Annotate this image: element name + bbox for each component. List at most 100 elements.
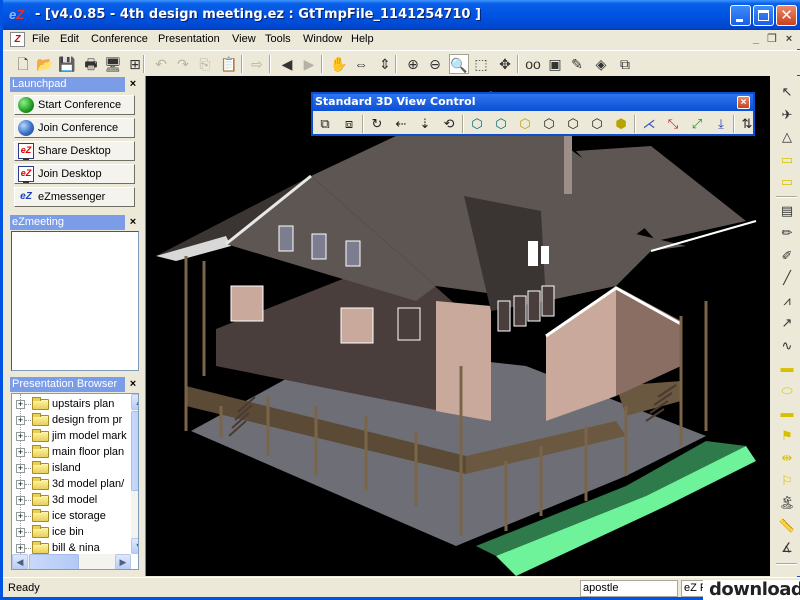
scroll-left-arrow[interactable]: ◀ [12,554,28,569]
close-button[interactable]: ✕ [776,5,797,26]
monitor-button[interactable]: 🖥 [103,54,123,74]
layers-button[interactable]: ▣ [545,54,565,74]
paste-button[interactable]: 📋 [219,54,239,74]
ezmeeting-close-button[interactable]: × [127,215,139,230]
expand-icon[interactable]: + [16,480,25,489]
glasses-button[interactable]: oo [523,54,543,74]
mdi-close-button[interactable]: × [782,32,796,46]
expand-icon[interactable]: + [16,432,25,441]
expand-icon[interactable]: + [16,464,25,473]
arrow-line-tool-button[interactable]: ↗ [777,313,797,333]
axis-green-button[interactable]: ⤢ [687,114,707,134]
axis-red-button[interactable]: ⤡ [663,114,683,134]
vertical-scrollbar[interactable]: ▲ ▼ [131,394,138,554]
mdi-restore-button[interactable]: ❐ [765,32,779,46]
view-iso-button[interactable]: ⬡ [587,114,607,134]
scroll-down-arrow[interactable]: ▼ [131,538,138,554]
image-tool-button[interactable]: 🏝 [777,493,797,513]
zoom-button[interactable]: 🔍 [449,54,469,74]
zoom-in-button[interactable]: ⊕ [403,54,423,74]
expand-icon[interactable]: + [16,416,25,425]
expand-icon[interactable]: + [16,448,25,457]
polyline-tool-button[interactable]: ⩘ [777,291,797,311]
bring-front-tool-button[interactable]: ▭ [777,150,797,170]
copy-view-button[interactable]: ⧉ [315,114,335,134]
menu-conference[interactable]: Conference [91,33,148,45]
tree-item[interactable]: +3d model plan/ [12,476,124,492]
flag-tool-button[interactable]: ⚑ [777,426,797,446]
zoom-window-button[interactable]: ⬚ [471,54,491,74]
3d-view-control-close-button[interactable]: × [737,96,750,109]
view-front-button[interactable]: ⬡ [467,114,487,134]
pencil-tool-button[interactable]: ✏ [777,223,797,243]
title-bar[interactable]: eZ - [v4.0.85 - 4th design meeting.ez : … [3,0,800,30]
zoom-extents-button[interactable]: ✥ [495,54,515,74]
ellipse-tool-button[interactable]: ⬭ [777,381,797,401]
redo-button[interactable]: ↷ [173,54,193,74]
tree-item[interactable]: + main floor plan [12,444,124,460]
scroll-up-arrow[interactable]: ▲ [131,394,138,410]
open-folder-button[interactable]: 📂 [35,54,55,74]
axis-down-button[interactable]: ⤓ [711,114,731,134]
paste-view-button[interactable]: ⧈ [339,114,359,134]
expand-icon[interactable]: + [16,512,25,521]
print-button[interactable]: 🖶 [81,54,101,74]
ezmeeting-list[interactable] [11,231,139,371]
overlay-button[interactable]: ⧉ [615,54,635,74]
view-back-button[interactable]: ⬡ [563,114,583,134]
minimize-button[interactable] [730,5,751,26]
menu-file[interactable]: File [32,33,50,45]
tree-item[interactable]: + upstairs plan [12,396,124,412]
tree-item[interactable]: +3d model [12,492,124,508]
orbit-button[interactable]: ⟲ [439,114,459,134]
menu-edit[interactable]: Edit [60,33,79,45]
3d-view-control-title[interactable]: Standard 3D View Control [313,94,753,111]
horizontal-scrollbar[interactable]: ◀ ▶ [12,554,131,569]
angle-tool-button[interactable]: ∡ [777,538,797,558]
scroll-thumb[interactable] [131,411,138,491]
select-arrow-tool-button[interactable]: ↖ [777,82,797,102]
rectangle-tool-button[interactable]: ▬ [777,358,797,378]
view-top-button[interactable]: ⬡ [515,114,535,134]
back-arrow-button[interactable]: ◀ [277,54,297,74]
expand-icon[interactable]: + [16,544,25,553]
document-icon[interactable]: Z [10,32,25,47]
rotate-z-button[interactable]: ⇣ [415,114,435,134]
share-desktop-button[interactable]: eZ Share Desktop [14,141,135,161]
3d-view-control-toolbar[interactable]: Standard 3D View Control × ⧉ ⧈ ↻ ⇠ ⇣ ⟲ ⬡ ⬡ ⬡ ⬡ ⬡ ⬡ ⬢… [311,92,755,136]
presentation-browser-close-button[interactable]: × [127,377,139,392]
hand-pan-button[interactable]: ✋ [329,54,349,74]
ezmessenger-button[interactable]: eZ eZmessenger [14,187,135,207]
send-back-tool-button[interactable]: ▭ [777,172,797,192]
menu-window[interactable]: Window [303,33,342,45]
menu-presentation[interactable]: Presentation [158,33,220,45]
triangle-tool-button[interactable]: △ [777,127,797,147]
expand-icon[interactable]: + [16,496,25,505]
line-tool-button[interactable]: ╱ [777,268,797,288]
menu-tools[interactable]: Tools [265,33,291,45]
export-button[interactable]: ⇨ [247,54,267,74]
save-button[interactable]: 💾 [57,54,77,74]
3d-box-button[interactable]: ◈ [591,54,611,74]
horizontal-resize-button[interactable]: ⇔ [351,54,371,74]
rotate-x-button[interactable]: ↻ [367,114,387,134]
menu-help[interactable]: Help [351,33,374,45]
join-conference-button[interactable]: Join Conference [14,118,135,138]
tree-item[interactable]: + jim model mark [12,428,127,444]
zoom-out-button[interactable]: ⊖ [425,54,445,74]
launchpad-close-button[interactable]: × [127,77,139,92]
scroll-right-arrow[interactable]: ▶ [115,554,131,569]
copy-button[interactable]: ⎘ [195,54,215,74]
dimension-tool-button[interactable]: ⇹ [777,448,797,468]
highlighter-button[interactable]: ✎ [567,54,587,74]
tree-item[interactable]: + bill & nina [12,540,124,556]
ez-app-icon[interactable]: eZ [9,7,27,23]
rounded-rect-tool-button[interactable]: ▬ [777,403,797,423]
undo-button[interactable]: ↶ [151,54,171,74]
3d-viewport[interactable] [145,76,770,576]
start-conference-button[interactable]: Start Conference [14,95,135,115]
tree-item[interactable]: + design from pr [12,412,124,428]
menu-view[interactable]: View [232,33,256,45]
new-file-button[interactable]: 🗋 [13,54,33,74]
tree-item[interactable]: + ice bin [12,524,124,540]
